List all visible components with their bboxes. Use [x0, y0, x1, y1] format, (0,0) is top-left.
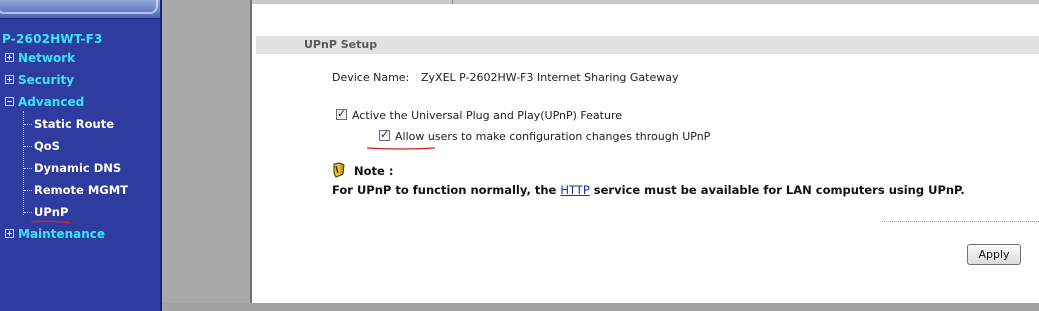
note-label: Note : — [354, 164, 394, 178]
device-title: P-2602HWT-F3 — [2, 32, 103, 46]
tree-connector — [23, 111, 24, 215]
red-annotation-underline — [30, 220, 72, 224]
apply-button[interactable]: Apply — [967, 244, 1021, 265]
sidebar-item-dynamic-dns[interactable]: Dynamic DNS — [34, 161, 121, 175]
sidebar-top-tab — [0, 0, 160, 19]
tree-branch — [24, 168, 32, 169]
tree-branch — [24, 124, 32, 125]
sidebar-nav: P-2602HWT-F3 Network Security Advanced S… — [0, 0, 162, 311]
active-upnp-label: Active the Universal Plug and Play(UPnP)… — [352, 109, 622, 122]
allow-config-checkbox[interactable] — [379, 128, 390, 141]
frame-bottom-strip — [162, 303, 1039, 311]
content-top-separator — [452, 0, 453, 4]
main-content-panel: UPnP Setup — [250, 0, 1039, 303]
http-link[interactable]: HTTP — [560, 183, 589, 197]
device-name-label: Device Name: — [332, 71, 410, 84]
active-upnp-checkbox[interactable] — [336, 107, 347, 120]
red-annotation-underline — [366, 147, 436, 150]
sidebar-item-security[interactable]: Security — [18, 73, 74, 87]
tree-branch — [24, 190, 32, 191]
sidebar-item-advanced[interactable]: Advanced — [18, 95, 84, 109]
note-text: For UPnP to function normally, the HTTP … — [332, 183, 965, 197]
expand-icon[interactable] — [5, 229, 14, 238]
tree-branch — [24, 146, 32, 147]
sidebar-item-upnp[interactable]: UPnP — [34, 205, 68, 219]
dotted-separator — [882, 221, 1039, 222]
note-icon — [333, 162, 345, 178]
section-title: UPnP Setup — [304, 38, 378, 51]
sidebar-item-maintenance[interactable]: Maintenance — [18, 227, 105, 241]
frame-gutter — [162, 0, 250, 311]
tree-branch — [24, 212, 32, 213]
sidebar-item-network[interactable]: Network — [18, 51, 75, 65]
note-text-end: service must be available for LAN comput… — [589, 183, 965, 197]
collapse-icon[interactable] — [5, 97, 14, 106]
expand-icon[interactable] — [5, 75, 14, 84]
sidebar-item-remote-mgmt[interactable]: Remote MGMT — [34, 183, 128, 197]
section-header: UPnP Setup — [256, 36, 1039, 54]
content-top-bar — [252, 0, 1039, 4]
sidebar-item-static-route[interactable]: Static Route — [34, 117, 114, 131]
sidebar-item-qos[interactable]: QoS — [34, 139, 60, 153]
allow-config-label: Allow users to make configuration change… — [395, 130, 711, 143]
sidebar-tab-edge — [0, 0, 158, 14]
expand-icon[interactable] — [5, 53, 14, 62]
device-name-value: ZyXEL P-2602HW-F3 Internet Sharing Gatew… — [421, 71, 679, 84]
note-text-start: For UPnP to function normally, the — [332, 183, 561, 197]
